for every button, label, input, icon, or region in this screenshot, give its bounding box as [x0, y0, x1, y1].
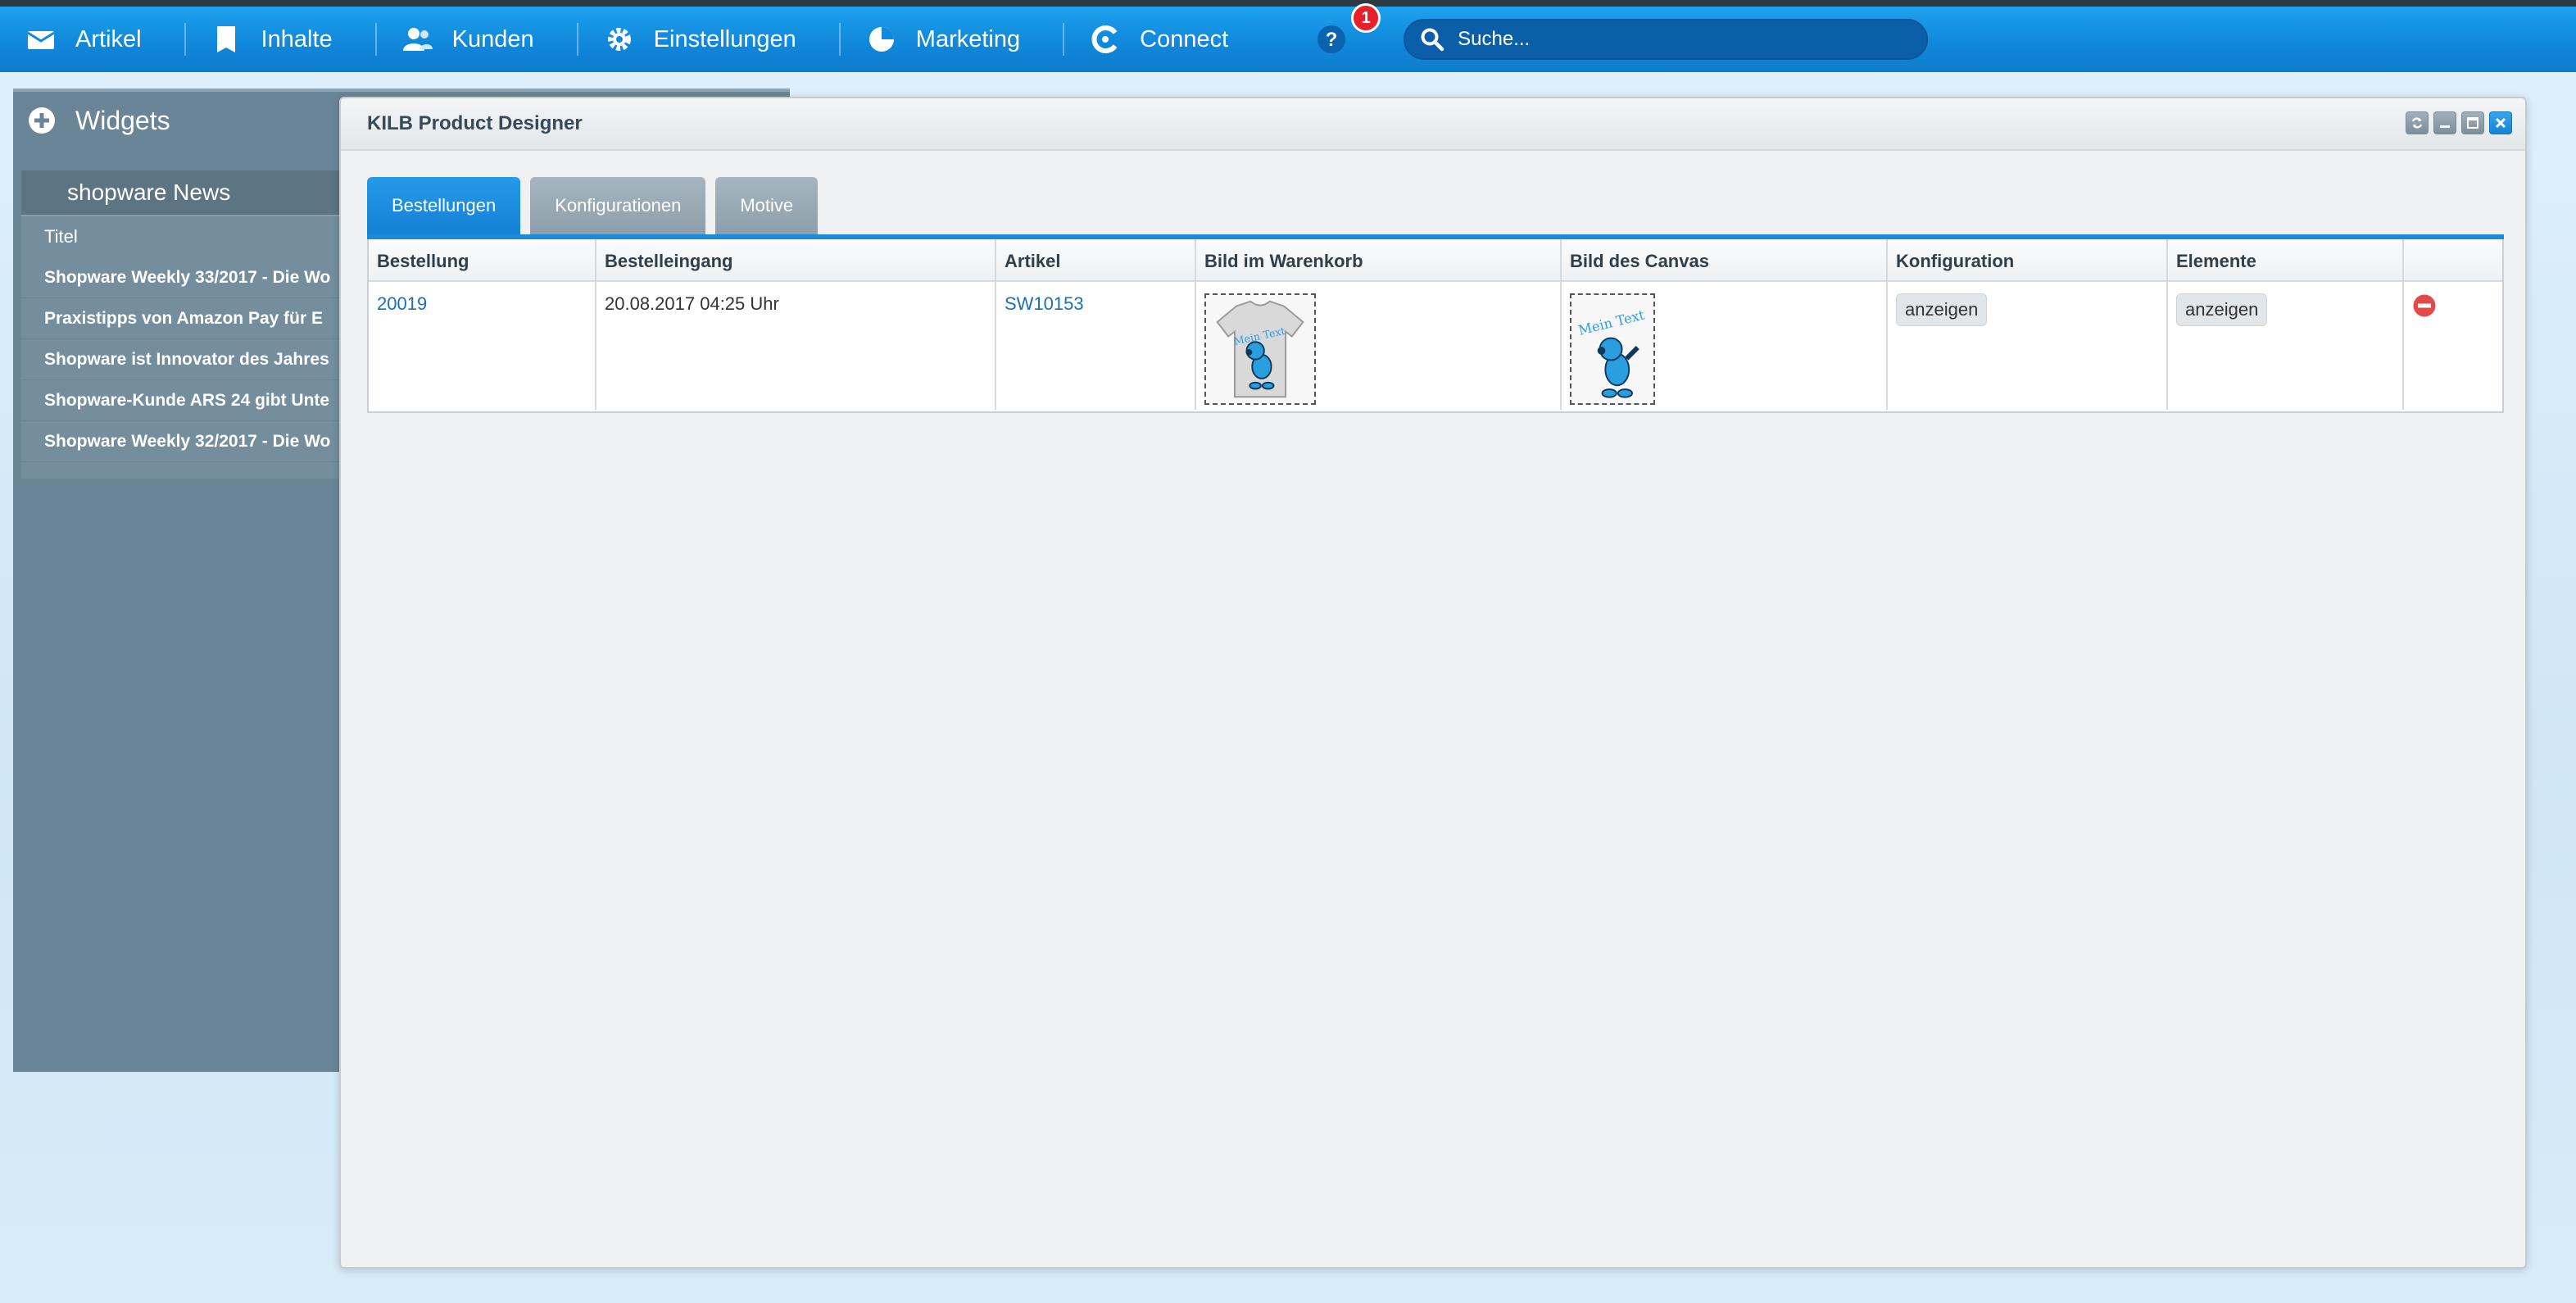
refresh-icon	[2411, 117, 2423, 129]
orders-grid: Bestellung Bestelleingang Artikel Bild i…	[367, 239, 2504, 413]
document-icon	[212, 25, 242, 54]
inbox-icon	[26, 25, 56, 54]
cell-cart-image: Mein Text	[1196, 282, 1562, 410]
tab-motive[interactable]: Motive	[715, 177, 819, 234]
cell-canvas-image: Mein Text	[1562, 282, 1888, 410]
window-controls	[2406, 111, 2512, 134]
nav-item-connect[interactable]: Connect	[1064, 7, 1272, 72]
nav-label: Marketing	[915, 25, 1021, 52]
users-icon	[402, 25, 433, 54]
search-box[interactable]	[1404, 19, 1929, 60]
grid-header: Bestellung Bestelleingang Artikel Bild i…	[369, 239, 2502, 282]
table-row[interactable]: 20019 20.08.2017 04:25 Uhr SW10153 Mein …	[369, 282, 2502, 410]
cart-image-thumbnail[interactable]: Mein Text	[1204, 293, 1316, 405]
minimize-button[interactable]	[2433, 111, 2456, 134]
column-header-konfiguration[interactable]: Konfiguration	[1888, 239, 2168, 280]
window-title: KILB Product Designer	[367, 112, 583, 134]
tab-bar: Bestellungen Konfigurationen Motive	[367, 177, 819, 234]
nav-item-kunden[interactable]: Kunden	[377, 7, 578, 72]
tab-bestellungen[interactable]: Bestellungen	[367, 177, 521, 234]
close-icon	[2495, 117, 2506, 129]
delete-icon[interactable]	[2412, 293, 2437, 318]
order-link[interactable]: 20019	[377, 293, 427, 314]
canvas-image-thumbnail[interactable]: Mein Text	[1570, 293, 1655, 405]
maximize-icon	[2467, 117, 2478, 129]
nav-item-marketing[interactable]: Marketing	[841, 7, 1065, 72]
window-titlebar[interactable]: KILB Product Designer	[341, 98, 2525, 151]
nav-label: Einstellungen	[653, 25, 796, 52]
column-header-elemente[interactable]: Elemente	[2168, 239, 2404, 280]
pie-chart-icon	[867, 25, 896, 54]
cell-article: SW10153	[996, 282, 1196, 410]
refresh-button[interactable]	[2406, 111, 2429, 134]
notification-badge: 1	[1351, 3, 1381, 33]
cell-order: 20019	[369, 282, 596, 410]
svg-text:?: ?	[1326, 29, 1338, 51]
column-header-bild-canvas[interactable]: Bild des Canvas	[1562, 239, 1888, 280]
tab-konfigurationen[interactable]: Konfigurationen	[530, 177, 706, 234]
show-elements-button[interactable]: anzeigen	[2176, 293, 2268, 326]
help-icon: ?	[1317, 25, 1346, 53]
show-config-button[interactable]: anzeigen	[1896, 293, 1988, 326]
column-header-actions	[2404, 239, 2502, 280]
close-button[interactable]	[2489, 111, 2512, 134]
nav-item-inhalte[interactable]: Inhalte	[186, 7, 377, 72]
nav-item-einstellungen[interactable]: Einstellungen	[578, 7, 841, 72]
product-designer-window: KILB Product Designer Bestellungen Konfi…	[339, 97, 2527, 1269]
cell-received: 20.08.2017 04:25 Uhr	[596, 282, 996, 410]
connect-icon	[1091, 25, 1120, 54]
cell-elements: anzeigen	[2168, 282, 2404, 410]
nav-label: Kunden	[451, 25, 534, 52]
article-link[interactable]: SW10153	[1005, 293, 1084, 314]
gear-icon	[605, 25, 634, 54]
column-header-bild-warenkorb[interactable]: Bild im Warenkorb	[1196, 239, 1562, 280]
column-header-artikel[interactable]: Artikel	[996, 239, 1196, 280]
widgets-title: Widgets	[75, 105, 170, 135]
top-navigation-bar: Artikel Inhalte Kunden Einstellungen Mar…	[0, 0, 2576, 72]
cell-config: anzeigen	[1888, 282, 2168, 410]
column-header-bestelleingang[interactable]: Bestelleingang	[596, 239, 996, 280]
search-input[interactable]	[1458, 28, 1901, 51]
nav-label: Inhalte	[261, 25, 333, 52]
maximize-button[interactable]	[2461, 111, 2484, 134]
nav-label: Artikel	[75, 25, 142, 52]
column-header-bestellung[interactable]: Bestellung	[369, 239, 596, 280]
search-icon	[1421, 28, 1444, 52]
help-button[interactable]: ? 1	[1315, 3, 1381, 56]
add-widget-icon[interactable]	[28, 107, 56, 134]
cell-actions	[2404, 282, 2502, 410]
minimize-icon	[2440, 125, 2450, 128]
nav-item-artikel[interactable]: Artikel	[0, 7, 186, 72]
nav-label: Connect	[1140, 25, 1229, 52]
